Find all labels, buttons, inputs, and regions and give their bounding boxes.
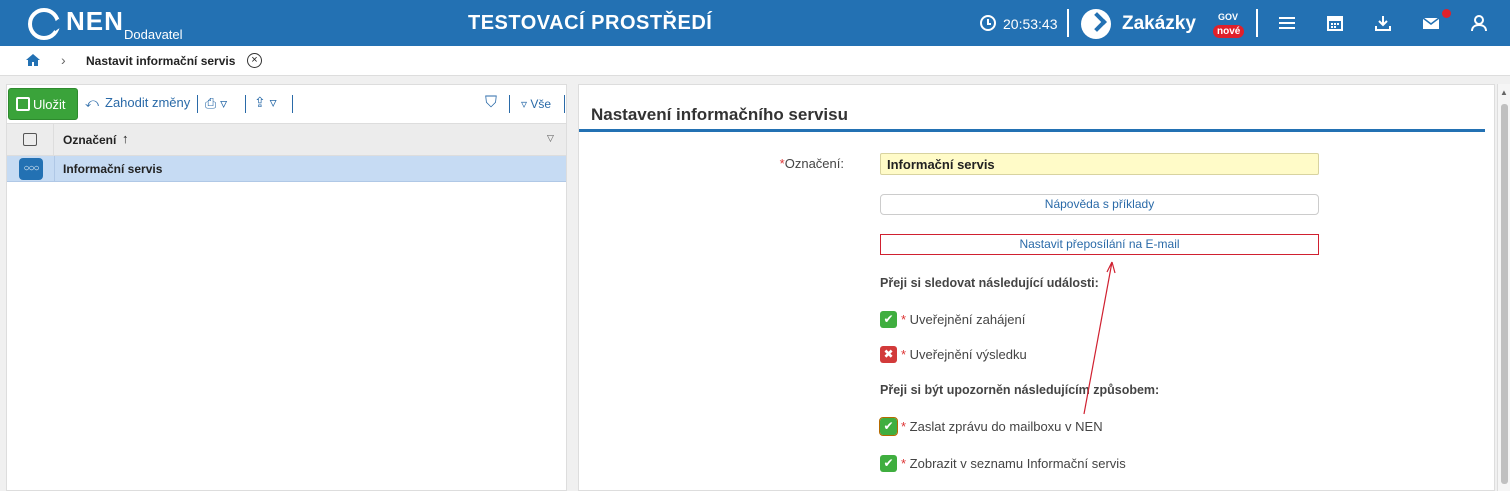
notify-option-label: * Zobrazit v seznamu Informační servis: [901, 456, 1126, 471]
nen-logo-icon: [28, 8, 60, 40]
session-clock: 20:53:43: [1003, 16, 1058, 32]
detail-panel: Nastavení informačního servisu *Označení…: [578, 84, 1495, 491]
scroll-thumb[interactable]: [1501, 104, 1508, 484]
notification-dot: [1442, 9, 1451, 18]
new-badge: nové: [1213, 25, 1245, 38]
save-button[interactable]: Uložit: [8, 88, 78, 120]
divider: [1256, 9, 1258, 37]
more-options-icon[interactable]: ○○○: [19, 158, 43, 180]
divider: [564, 95, 565, 113]
row-label: Informační servis: [63, 162, 163, 176]
event-option-label: * Uveřejnění zahájení: [901, 312, 1026, 327]
events-heading: Přeji si sledovat následující události:: [880, 276, 1099, 290]
print-icon[interactable]: ⎙ ▿: [205, 95, 227, 112]
zakazky-gov-label: GOV: [1218, 12, 1239, 22]
zakazky-link[interactable]: Zakázky: [1122, 13, 1196, 35]
checkbox-checked-icon[interactable]: ✔: [880, 311, 897, 328]
breadcrumb-separator-icon: ›: [61, 52, 66, 68]
checkbox-checked-icon[interactable]: ✔: [880, 455, 897, 472]
download-icon[interactable]: [1374, 14, 1392, 32]
filter-all-label: Vše: [530, 97, 552, 111]
undo-icon: ⤺: [85, 95, 99, 110]
environment-title: TESTOVACÍ PROSTŘEDÍ: [468, 12, 713, 34]
clock-icon: [980, 15, 996, 31]
zakazky-logo-icon[interactable]: [1081, 9, 1111, 39]
sort-ascending-icon[interactable]: ↑: [122, 131, 129, 146]
checkbox-checked-icon[interactable]: ✔: [879, 417, 898, 436]
filter-all-dropdown[interactable]: ▿ Vše: [521, 97, 551, 111]
table-row[interactable]: ○○○ Informační servis: [7, 156, 566, 182]
filter-icon[interactable]: ⛉: [485, 94, 497, 112]
event-option-label: * Uveřejnění výsledku: [901, 347, 1027, 362]
grid-header: Označení ↑ ▽: [7, 123, 566, 156]
list-panel: Uložit ⤺ Zahodit změny ⎙ ▿ ⇪ ▿ ⛉ ▿ Vše O…: [6, 84, 567, 491]
grid-settings-button[interactable]: [7, 124, 54, 156]
divider: [292, 95, 293, 113]
divider: [197, 95, 198, 113]
nen-logo-subtitle: Dodavatel: [124, 27, 183, 42]
top-bar: NEN Dodavatel TESTOVACÍ PROSTŘEDÍ 20:53:…: [0, 0, 1510, 46]
notify-heading: Přeji si být upozorněn následujícím způs…: [880, 383, 1160, 397]
breadcrumb: › Nastavit informační servis ×: [0, 46, 1510, 76]
help-examples-button[interactable]: Nápověda s příklady: [880, 194, 1319, 215]
save-icon: [16, 97, 30, 111]
breadcrumb-current: Nastavit informační servis: [86, 54, 236, 68]
form-title: Nastavení informačního servisu: [591, 105, 848, 124]
divider: [1067, 9, 1069, 37]
notify-option-label: * Zaslat zprávu do mailboxu v NEN: [901, 419, 1103, 434]
save-button-label: Uložit: [33, 96, 66, 112]
discard-changes-label: Zahodit změny: [105, 95, 191, 110]
discard-changes-button[interactable]: ⤺ Zahodit změny: [85, 95, 190, 110]
close-icon[interactable]: ×: [247, 53, 262, 68]
divider: [245, 95, 246, 113]
oznaceni-label: *Označení:: [779, 156, 844, 171]
divider: [54, 156, 55, 182]
calendar-icon[interactable]: [1326, 14, 1344, 32]
checkbox-unchecked-icon[interactable]: ✖: [880, 346, 897, 363]
nen-logo-text[interactable]: NEN: [66, 6, 124, 37]
scroll-up-icon[interactable]: ▲: [1500, 88, 1508, 97]
title-underline: [579, 129, 1485, 132]
column-menu-icon[interactable]: ▽: [547, 133, 554, 144]
menu-icon[interactable]: [1278, 14, 1296, 32]
oznaceni-input[interactable]: [880, 153, 1319, 175]
mail-icon[interactable]: [1422, 14, 1440, 32]
email-forward-button[interactable]: Nastavit přeposílání na E-mail: [880, 234, 1319, 255]
column-header-oznaceni[interactable]: Označení: [63, 133, 116, 147]
list-toolbar: Uložit ⤺ Zahodit změny ⎙ ▿ ⇪ ▿ ⛉ ▿ Vše: [7, 85, 568, 123]
divider: [509, 95, 510, 113]
user-icon[interactable]: [1470, 14, 1488, 32]
scrollbar[interactable]: ▲: [1497, 84, 1510, 491]
export-icon[interactable]: ⇪ ▿: [254, 94, 277, 111]
home-icon[interactable]: [25, 53, 41, 67]
settings-sliders-icon: [23, 133, 37, 146]
